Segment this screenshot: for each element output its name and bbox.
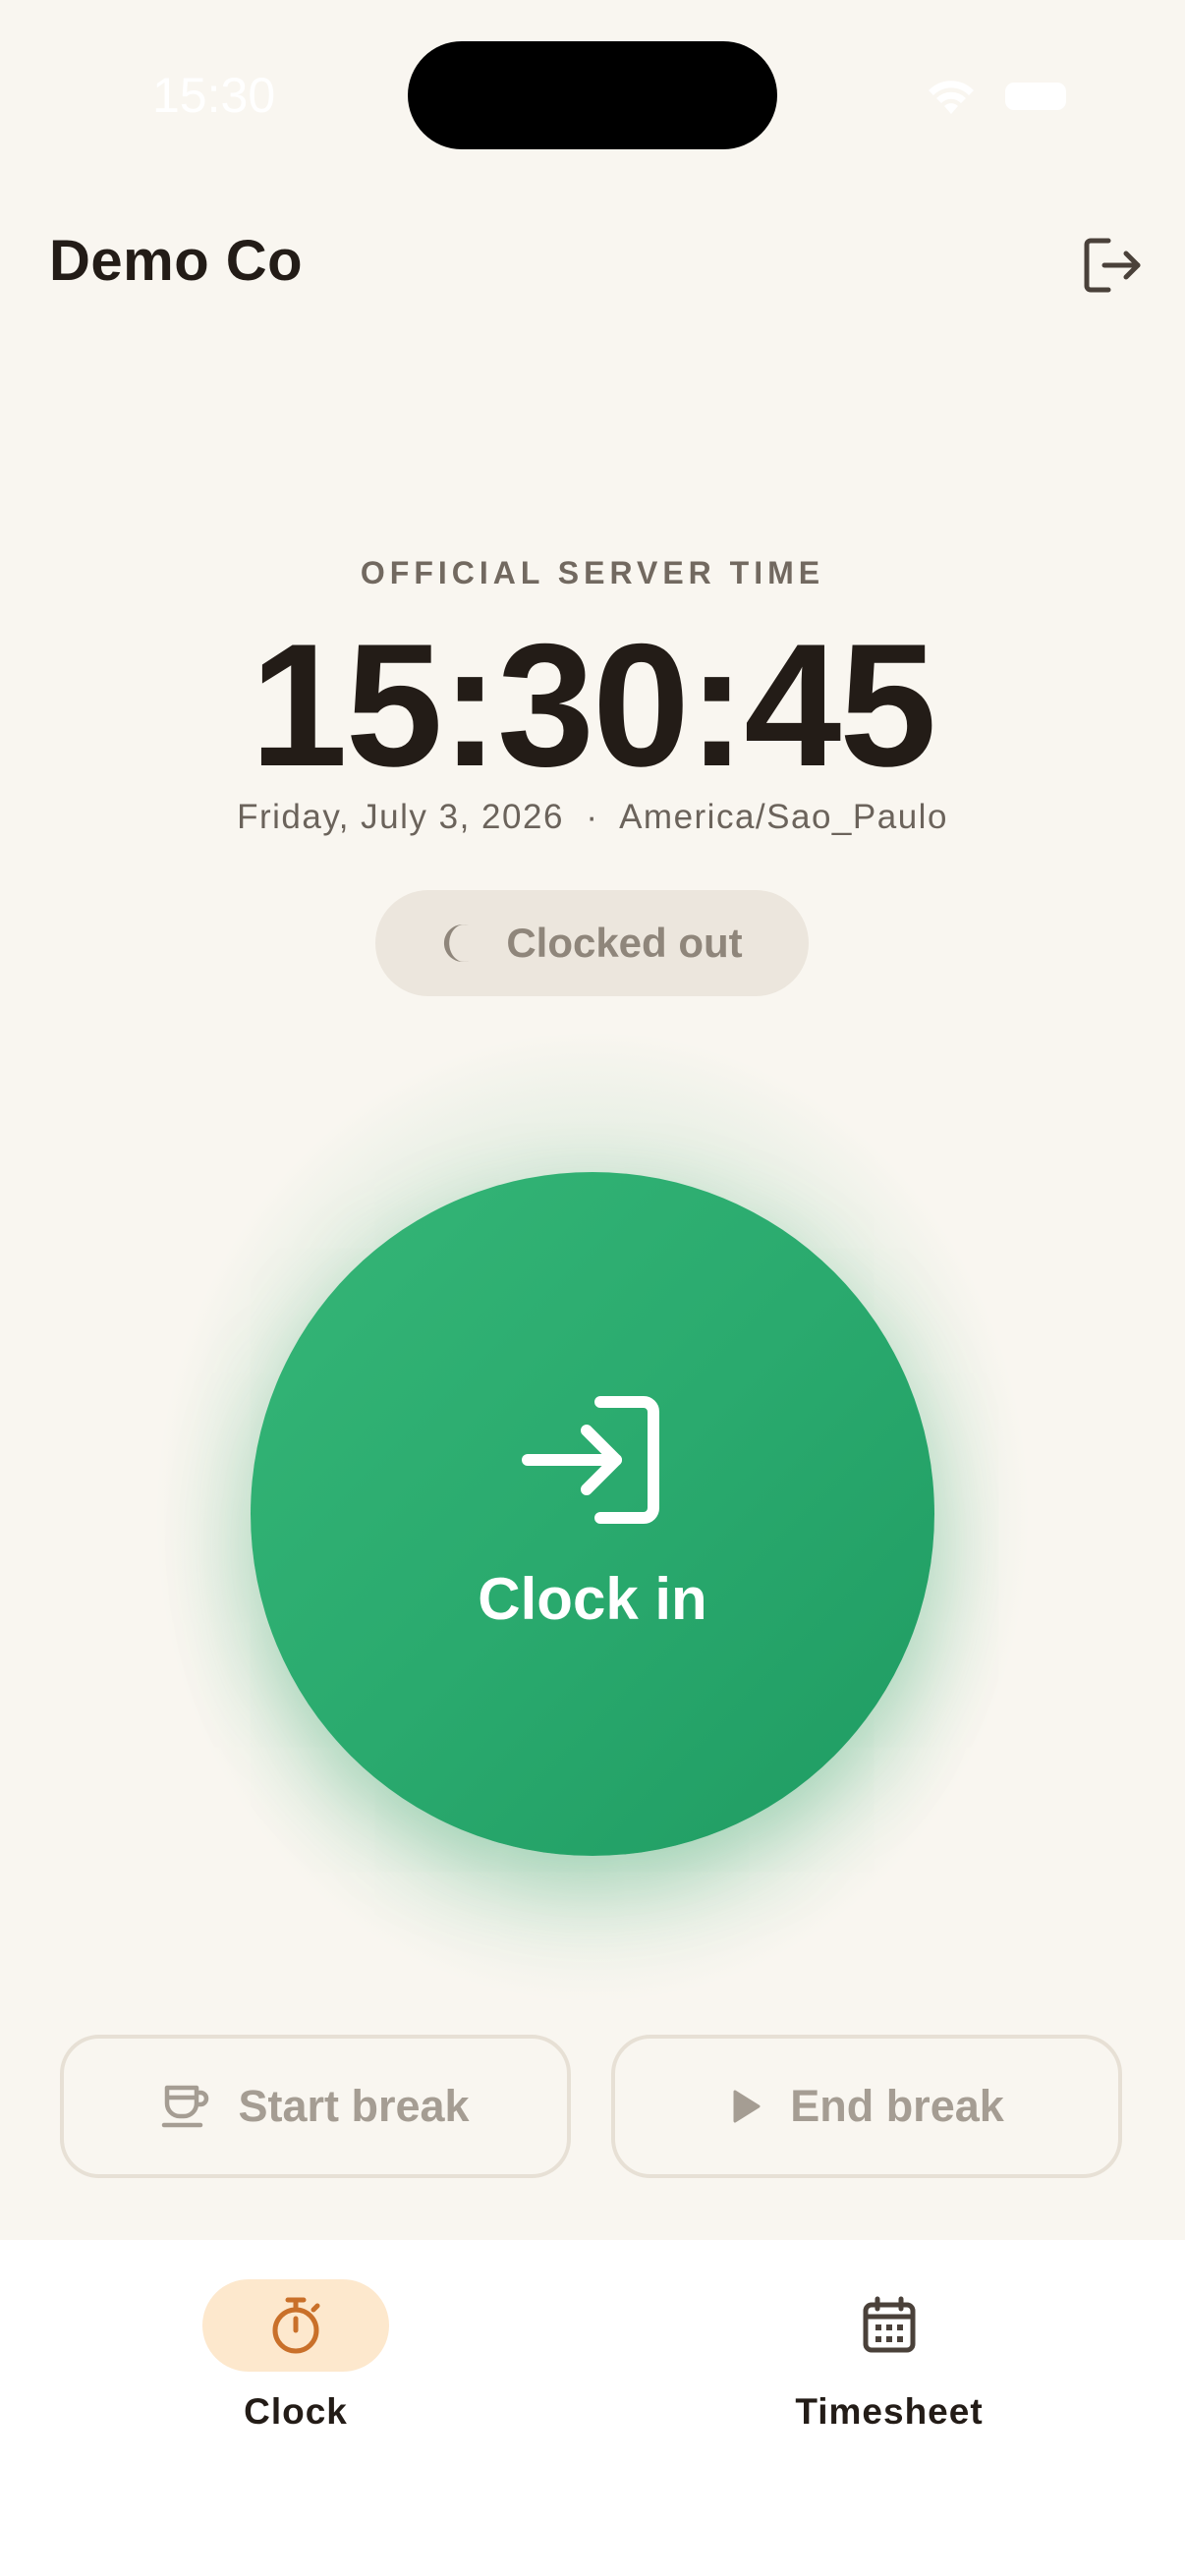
clock-in-button[interactable]: Clock in — [251, 1172, 934, 1856]
logout-button[interactable] — [1075, 228, 1150, 303]
nav-icon-container — [796, 2279, 983, 2372]
nav-item-clock[interactable]: Clock — [148, 2277, 443, 2444]
app-title: Demo Co — [49, 229, 304, 293]
play-icon — [733, 2090, 761, 2123]
logout-icon — [1084, 238, 1141, 293]
stopwatch-icon — [272, 2297, 320, 2354]
calendar-icon — [863, 2296, 916, 2353]
nav-active-indicator — [202, 2279, 389, 2372]
end-break-button[interactable]: End break — [611, 2035, 1122, 2178]
nav-label-timesheet: Timesheet — [795, 2391, 984, 2432]
dynamic-island — [408, 41, 777, 149]
status-bar-time: 15:30 — [152, 68, 276, 123]
date-timezone-line: Friday, July 3, 2026 · America/Sao_Paulo — [0, 798, 1185, 837]
server-time-label: OFFICIAL SERVER TIME — [360, 555, 825, 590]
login-icon — [522, 1396, 663, 1529]
nav-label-clock: Clock — [244, 2391, 348, 2432]
battery-icon — [1005, 83, 1066, 110]
start-break-button[interactable]: Start break — [60, 2035, 571, 2178]
wifi-icon — [926, 79, 977, 121]
date-separator: · — [586, 798, 599, 836]
coffee-cup-icon — [162, 2085, 209, 2128]
status-label: Clocked out — [506, 920, 743, 966]
moon-icon — [444, 924, 470, 962]
nav-item-timesheet[interactable]: Timesheet — [742, 2277, 1037, 2444]
server-date: Friday, July 3, 2026 — [237, 798, 564, 836]
end-break-label: End break — [790, 2081, 1004, 2131]
start-break-label: Start break — [238, 2081, 470, 2131]
server-clock: 15:30:45 — [250, 607, 937, 803]
clock-in-label: Clock in — [478, 1566, 707, 1632]
status-badge: Clocked out — [375, 890, 809, 996]
server-timezone: America/Sao_Paulo — [619, 798, 948, 836]
